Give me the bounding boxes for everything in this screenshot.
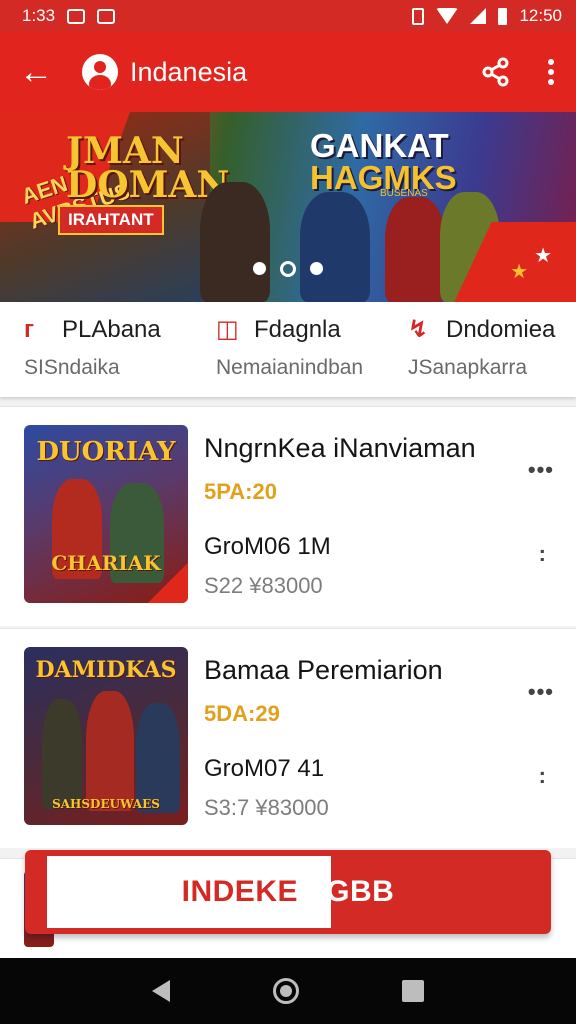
category-sub: SISndaika [24, 356, 120, 379]
app-bar: ← Indanesia [0, 32, 576, 112]
game-name: NngrnKea iNanviaman [204, 433, 476, 463]
nav-recents-icon[interactable] [402, 980, 425, 1002]
promo-banner[interactable]: AEN AVRSTUS JMAN DOMAN IRAHTANT GANKAT H… [0, 112, 576, 302]
game-size: GroM07 41 [204, 755, 325, 782]
more-vert-icon [548, 59, 554, 85]
category-item[interactable]: г PLAbana SISndaika [0, 302, 192, 397]
game-thumbnail[interactable]: DUORIAY CHARIAK [24, 425, 188, 603]
category-sub: JSanapkarra [408, 356, 528, 379]
wifi-icon [436, 8, 459, 24]
status-bar: 1:33 12:50 [0, 0, 576, 32]
hero-figure [300, 192, 370, 302]
category-label: PLAbana [62, 316, 161, 343]
game-rating: 5PA:20 [204, 479, 277, 504]
status-time: 1:33 [22, 6, 56, 25]
more-options-button[interactable] [526, 32, 576, 112]
install-button[interactable]: INDEKE AGBB [25, 850, 551, 934]
category-label: Dndomiea [446, 316, 556, 343]
chat-icon: ◫ [216, 316, 239, 343]
thumbnail-subtitle: SAHSDEUWAES [52, 797, 160, 811]
carousel-dot-active[interactable] [280, 260, 296, 277]
message-icon [97, 8, 116, 24]
cta-label-part1: INDEKE [181, 875, 298, 908]
thumbnail-figure [42, 699, 82, 809]
signal-icon [470, 8, 487, 24]
avatar[interactable] [82, 54, 118, 90]
banner-right-title: GANKAT HAGMKS [310, 129, 457, 194]
cta-label-part2: AGBB [304, 875, 395, 908]
flame-icon: г [24, 316, 34, 343]
carousel-indicator [0, 260, 576, 277]
share-icon [482, 57, 509, 87]
thumbnail-title: DAMIDKAS [35, 657, 177, 683]
status-clock: 12:50 [519, 6, 562, 25]
page-title: Indanesia [130, 56, 248, 87]
thumbnail-title: DUORIAY [36, 437, 176, 467]
thumbnail-figure [86, 691, 134, 811]
card-drag-handle[interactable]: : [539, 763, 546, 789]
banner-left-title: JMAN DOMAN [66, 130, 230, 206]
rocket-icon: ↯ [408, 316, 429, 343]
game-size: GroM06 1M [204, 533, 331, 560]
category-sub: Nemaianindban [216, 356, 364, 379]
banner-right-small: BUSENAS [380, 188, 428, 199]
game-price: S22 ¥83000 [204, 573, 323, 598]
category-item[interactable]: ↯ Dndomiea JSanapkarra [384, 302, 576, 397]
cta-label: INDEKE AGBB [25, 850, 551, 934]
back-button[interactable]: ← [0, 32, 72, 112]
battery-icon [498, 7, 508, 25]
card-more-button[interactable]: ••• [528, 679, 554, 705]
category-strip: г PLAbana SISndaika ◫ Fdagnla Nemaianind… [0, 302, 576, 397]
vibrate-icon [412, 7, 425, 25]
hero-figure [385, 197, 445, 302]
thumbnail-corner [148, 563, 188, 603]
banner-left-badge: IRAHTANT [58, 205, 164, 235]
carousel-dot[interactable] [310, 262, 323, 275]
card-drag-handle[interactable]: : [539, 541, 546, 567]
back-arrow-icon: ← [19, 52, 53, 91]
category-label: Fdagnla [254, 316, 341, 343]
game-thumbnail[interactable]: DAMIDKAS SAHSDEUWAES [24, 647, 188, 825]
nav-back-icon[interactable] [151, 980, 170, 1002]
hero-figure [200, 182, 270, 302]
carousel-dot[interactable] [253, 262, 266, 275]
card-more-button[interactable]: ••• [528, 457, 554, 483]
game-card[interactable]: DAMIDKAS SAHSDEUWAES Bamaa Peremiarion 5… [0, 628, 576, 848]
category-item[interactable]: ◫ Fdagnla Nemaianindban [192, 302, 384, 397]
game-card[interactable]: DUORIAY CHARIAK NngrnKea iNanviaman 5PA:… [0, 406, 576, 626]
game-price: S3:7 ¥83000 [204, 795, 329, 820]
share-button[interactable] [466, 32, 526, 112]
system-nav-bar [0, 958, 576, 1024]
game-name: Bamaa Peremiarion [204, 655, 443, 685]
game-rating: 5DA:29 [204, 701, 280, 726]
notification-icon [67, 8, 86, 24]
nav-home-icon[interactable] [272, 978, 299, 1004]
